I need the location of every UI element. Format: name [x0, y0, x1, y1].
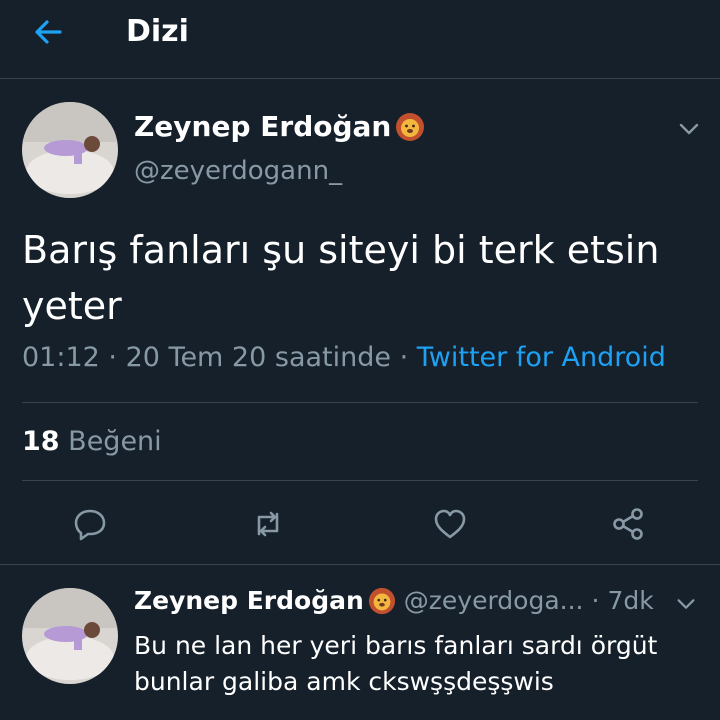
tweet-source-link[interactable]: Twitter for Android: [417, 342, 666, 373]
avatar[interactable]: [22, 102, 118, 198]
tweet-time: 01:12: [22, 342, 100, 373]
retweet-icon[interactable]: [250, 506, 286, 542]
share-icon[interactable]: [610, 506, 646, 542]
lion-emoji-icon: [368, 587, 395, 614]
reply-header[interactable]: Zeynep Erdoğan @zeyerdoga... · 7dk: [134, 586, 654, 615]
reply-icon[interactable]: [72, 506, 108, 542]
likes-count[interactable]: 18 Beğeni: [22, 426, 162, 457]
reply-author-name[interactable]: Zeynep Erdoğan: [134, 586, 364, 615]
divider: [22, 480, 698, 481]
reply-meta-separator: ·: [591, 586, 600, 615]
tweet-date: 20 Tem 20 saatinde: [125, 342, 391, 373]
meta-separator: ·: [399, 342, 409, 373]
top-bar: Dizi: [0, 0, 720, 79]
author-name[interactable]: Zeynep Erdoğan: [134, 110, 391, 143]
section-separator: [0, 564, 720, 565]
meta-separator: ·: [108, 342, 117, 373]
reply-avatar[interactable]: [22, 588, 118, 684]
page-title: Dizi: [126, 14, 189, 49]
like-count-value: 18: [22, 426, 60, 457]
reply-text: Bu ne lan her yeri barıs fanları sardı ö…: [134, 631, 658, 696]
heart-icon[interactable]: [432, 506, 468, 542]
tweet-meta: 01:12 · 20 Tem 20 saatinde · Twitter for…: [22, 342, 666, 373]
reply-author-handle[interactable]: @zeyerdoga...: [404, 586, 584, 615]
divider: [22, 402, 698, 403]
lion-emoji-icon: [396, 112, 425, 141]
tweet-text: Barış fanları şu siteyi bi terk etsin ye…: [22, 228, 660, 328]
reply-time: 7dk: [607, 586, 654, 615]
chevron-down-icon[interactable]: [676, 116, 702, 142]
author-handle[interactable]: @zeyerdogann_: [134, 156, 342, 186]
like-count-label: Beğeni: [68, 426, 162, 457]
chevron-down-icon[interactable]: [674, 592, 698, 616]
author-name-row[interactable]: Zeynep Erdoğan: [134, 110, 425, 143]
arrow-left-icon[interactable]: [30, 14, 66, 50]
